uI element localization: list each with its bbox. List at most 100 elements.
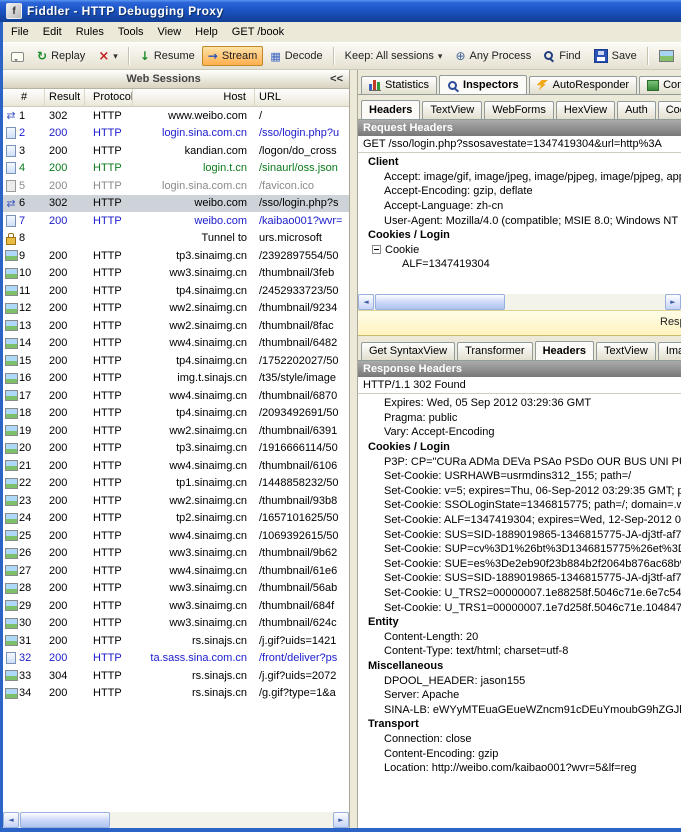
column-header-number[interactable]: # [3,89,45,106]
session-row[interactable]: 6 302 HTTP weibo.com /sso/login.php?s [3,195,349,213]
collapse-panel-button[interactable]: << [324,73,349,85]
request-header-line[interactable]: Cookies / Login [358,228,681,243]
resume-button[interactable]: Resume [134,46,201,66]
sessions-hscrollbar[interactable]: ◄ ► [3,812,349,828]
keep-sessions-dropdown[interactable]: Keep: All sessions [339,46,449,66]
session-row[interactable]: 3 200 HTTP kandian.com /logon/do_cross [3,142,349,160]
session-row[interactable]: 24 200 HTTP tp2.sinaimg.cn /1657101625/5… [3,510,349,528]
scroll-left-arrow-icon[interactable]: ◄ [358,294,374,310]
session-row[interactable]: 12 200 HTTP ww2.sinaimg.cn /thumbnail/92… [3,300,349,318]
panel-splitter[interactable] [350,70,357,828]
session-row[interactable]: 28 200 HTTP ww3.sinaimg.cn /thumbnail/56… [3,580,349,598]
response-header-line[interactable]: Set-Cookie: U_TRS1=00000007.1e7d258f.504… [358,600,681,615]
session-row[interactable]: 16 200 HTTP img.t.sinajs.cn /t35/style/i… [3,370,349,388]
session-row[interactable]: 9 200 HTTP tp3.sinaimg.cn /2392897554/50 [3,247,349,265]
decode-toggle-button[interactable]: Decode [264,46,328,66]
request-inspector-tab[interactable]: Headers [361,100,420,120]
comment-button[interactable] [5,47,30,66]
screenshot-button[interactable] [653,46,680,66]
request-inspector-tab[interactable]: Cookies [658,101,681,119]
session-row[interactable]: 29 200 HTTP ww3.sinaimg.cn /thumbnail/68… [3,597,349,615]
encoding-notice-bar[interactable]: Response is encoded and may need to be d… [358,310,681,336]
response-header-line[interactable]: Location: http://weibo.com/kaibao001?wvr… [358,761,681,776]
response-header-line[interactable]: Vary: Accept-Encoding [358,425,681,440]
response-inspector-tab[interactable]: Transformer [457,342,533,360]
response-inspector-tab[interactable]: Headers [535,341,594,361]
response-header-line[interactable]: Set-Cookie: SUP=cv%3D1%26bt%3D1346815775… [358,542,681,557]
response-inspector-tab[interactable]: ImageView [658,342,681,360]
column-header-url[interactable]: URL [255,89,349,106]
response-header-line[interactable]: SINA-LB: eWYyMTEuaGEueWZncm91cDEuYmoubG9… [358,702,681,717]
response-header-line[interactable]: Set-Cookie: SUS=SID-1889019865-134681577… [358,571,681,586]
response-header-line[interactable]: Set-Cookie: U_TRS2=00000007.1e88258f.504… [358,586,681,601]
response-header-line[interactable]: Set-Cookie: v=5; expires=Thu, 06-Sep-201… [358,484,681,499]
column-header-host[interactable]: Host [133,89,255,106]
menu-item[interactable]: Tools [111,23,151,41]
window-titlebar[interactable]: f Fiddler - HTTP Debugging Proxy [0,0,681,22]
replay-button[interactable]: Replay [31,46,91,66]
response-header-line[interactable]: P3P: CP="CURa ADMa DEVa PSAo PSDo OUR BU… [358,454,681,469]
session-row[interactable]: 17 200 HTTP ww4.sinaimg.cn /thumbnail/68… [3,387,349,405]
session-row[interactable]: 10 200 HTTP ww3.sinaimg.cn /thumbnail/3f… [3,265,349,283]
find-button[interactable]: Find [538,46,586,66]
session-row[interactable]: 26 200 HTTP ww3.sinaimg.cn /thumbnail/9b… [3,545,349,563]
session-row[interactable]: 25 200 HTTP ww4.sinaimg.cn /1069392615/5… [3,527,349,545]
session-row[interactable]: 31 200 HTTP rs.sinajs.cn /j.gif?uids=142… [3,632,349,650]
session-row[interactable]: 14 200 HTTP ww4.sinaimg.cn /thumbnail/64… [3,335,349,353]
menu-item[interactable]: File [4,23,36,41]
response-header-line[interactable]: Content-Type: text/html; charset=utf-8 [358,644,681,659]
process-filter-button[interactable]: Any Process [449,46,537,66]
response-header-line[interactable]: Set-Cookie: SUS=SID-1889019865-134681577… [358,527,681,542]
response-header-line[interactable]: Set-Cookie: USRHAWB=usrmdins312_155; pat… [358,469,681,484]
collapse-expander-icon[interactable] [372,245,381,254]
menu-item[interactable]: Edit [36,23,69,41]
session-row[interactable]: 15 200 HTTP tp4.sinaimg.cn /1752202027/5… [3,352,349,370]
scrollbar-thumb[interactable] [375,294,505,310]
scroll-right-arrow-icon[interactable]: ► [665,294,681,310]
response-header-line[interactable]: Connection: close [358,732,681,747]
session-row[interactable]: 30 200 HTTP ww3.sinaimg.cn /thumbnail/62… [3,615,349,633]
response-inspector-tab[interactable]: Get SyntaxView [361,342,455,360]
session-row[interactable]: 27 200 HTTP ww4.sinaimg.cn /thumbnail/61… [3,562,349,580]
session-row[interactable]: 8 Tunnel to urs.microsoft [3,230,349,248]
session-row[interactable]: 22 200 HTTP tp1.sinaimg.cn /1448858232/5… [3,475,349,493]
request-inspector-tab[interactable]: Auth [617,101,656,119]
session-row[interactable]: 32 200 HTTP ta.sass.sina.com.cn /front/d… [3,650,349,668]
scrollbar-track[interactable] [19,812,333,828]
session-row[interactable]: 18 200 HTTP tp4.sinaimg.cn /2093492691/5… [3,405,349,423]
session-row[interactable]: 20 200 HTTP tp3.sinaimg.cn /1916666114/5… [3,440,349,458]
main-tab[interactable]: Inspectors [439,75,527,95]
session-row[interactable]: 7 200 HTTP weibo.com /kaibao001?wvr= [3,212,349,230]
response-header-line[interactable]: Set-Cookie: SSOLoginState=1346815775; pa… [358,498,681,513]
response-header-line[interactable]: Expires: Wed, 05 Sep 2012 03:29:36 GMT [358,396,681,411]
menu-item[interactable]: Rules [69,23,111,41]
scrollbar-thumb[interactable] [20,812,110,828]
request-header-line[interactable]: User-Agent: Mozilla/4.0 (compatible; MSI… [358,213,681,228]
session-row[interactable]: 11 200 HTTP tp4.sinaimg.cn /2452933723/5… [3,282,349,300]
session-row[interactable]: 4 200 HTTP login.t.cn /sinaurl/oss.json [3,160,349,178]
main-tab[interactable]: Composer [639,76,681,94]
column-header-result[interactable]: Result [45,89,85,106]
request-header-line[interactable]: Accept-Encoding: gzip, deflate [358,184,681,199]
save-button[interactable]: Save [588,45,643,67]
menu-item[interactable]: View [151,23,189,41]
response-header-line[interactable]: Content-Encoding: gzip [358,746,681,761]
session-row[interactable]: 33 304 HTTP rs.sinajs.cn /j.gif?uids=207… [3,667,349,685]
request-header-line[interactable]: Client [358,155,681,170]
response-header-line[interactable]: Pragma: public [358,411,681,426]
request-inspector-tab[interactable]: HexView [556,101,615,119]
request-inspector-tab[interactable]: WebForms [484,101,554,119]
session-row[interactable]: 21 200 HTTP ww4.sinaimg.cn /thumbnail/61… [3,457,349,475]
menu-item[interactable]: Help [188,23,225,41]
request-header-line[interactable]: Accept: image/gif, image/jpeg, image/pjp… [358,170,681,185]
session-row[interactable]: 34 200 HTTP rs.sinajs.cn /g.gif?type=1&a [3,685,349,703]
response-header-line[interactable]: Cookies / Login [358,440,681,455]
request-hscrollbar[interactable]: ◄ ► [358,294,681,310]
scroll-right-arrow-icon[interactable]: ► [333,812,349,828]
scroll-left-arrow-icon[interactable]: ◄ [3,812,19,828]
response-header-line[interactable]: Transport [358,717,681,732]
scrollbar-track[interactable] [374,294,665,310]
response-header-line[interactable]: Content-Length: 20 [358,630,681,645]
request-header-line[interactable]: Cookie [358,243,681,258]
response-header-line[interactable]: Miscellaneous [358,659,681,674]
